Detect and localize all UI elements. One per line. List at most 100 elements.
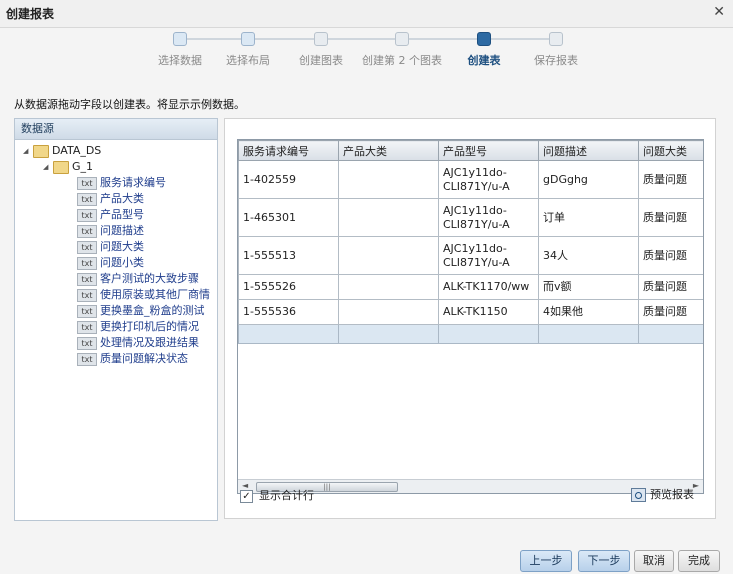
table-cell[interactable]: 1-555526	[238, 274, 339, 300]
table-cell[interactable]: 质量问题	[638, 160, 703, 199]
table-cell[interactable]: 订单	[538, 198, 639, 237]
table-cell[interactable]: 质量问题	[638, 198, 703, 237]
table-cell[interactable]: 质量问题	[638, 274, 703, 300]
table-panel: 服务请求编号 产品大类 产品型号 问题描述 问题大类 1-402559 AJC1y…	[224, 118, 716, 519]
table-cell[interactable]: 1-465301	[238, 198, 339, 237]
preview-report-button[interactable]: 预览报表	[631, 487, 694, 503]
tree-field-item[interactable]: txt 使用原装或其他厂商情	[77, 287, 210, 303]
table-cell[interactable]	[338, 299, 439, 325]
text-field-icon: txt	[77, 336, 97, 350]
title-bar: 创建报表 ✕	[0, 0, 733, 28]
datasource-header: 数据源	[15, 119, 217, 140]
table-row[interactable]: 1-465301 AJC1y11do- CLI871Y/u-A 订单 质量问题	[238, 198, 703, 237]
text-field-icon: txt	[77, 176, 97, 190]
text-field-icon: txt	[77, 224, 97, 238]
column-header[interactable]: 服务请求编号	[238, 140, 339, 161]
table-cell[interactable]: gDGghg	[538, 160, 639, 199]
step-label: 创建表	[467, 54, 501, 67]
step-select-layout[interactable]: 选择布局	[208, 30, 288, 68]
show-totals-option[interactable]: ✓ 显示合计行	[240, 488, 314, 504]
column-header[interactable]: 问题描述	[538, 140, 639, 161]
text-field-icon: txt	[77, 192, 97, 206]
step-create-table[interactable]: 创建表	[444, 30, 524, 68]
wizard-steps: 选择数据 选择布局 创建图表 创建第 2 个图表 创建表 保存报表	[140, 30, 600, 70]
table-cell[interactable]: 质量问题	[638, 236, 703, 275]
table-cell[interactable]: ALK-TK1150	[438, 299, 539, 325]
step-dot	[549, 32, 563, 46]
step-create-chart-2[interactable]: 创建第 2 个图表	[362, 30, 442, 68]
step-save-report[interactable]: 保存报表	[516, 30, 596, 68]
step-dot	[241, 32, 255, 46]
tree-field-item[interactable]: txt 产品型号	[77, 207, 144, 223]
text-field-icon: txt	[77, 256, 97, 270]
table-cell[interactable]	[338, 160, 439, 199]
tree-field-item[interactable]: txt 产品大类	[77, 191, 144, 207]
tree-field-item[interactable]: txt 服务请求编号	[77, 175, 166, 191]
datasource-panel: 数据源 ◢ DATA_DS ◢ G_1 txt 服务请求编号 txt 产品大类 txt 产品型…	[14, 118, 218, 521]
text-field-icon: txt	[77, 320, 97, 334]
expand-icon[interactable]: ◢	[43, 159, 51, 175]
next-button[interactable]: 下一步	[578, 550, 630, 572]
tree-node-group[interactable]: ◢ G_1	[43, 159, 93, 175]
instructions-text: 从数据源拖动字段以创建表。将显示示例数据。	[14, 98, 245, 111]
step-label: 选择布局	[226, 54, 270, 67]
table-grid[interactable]: 服务请求编号 产品大类 产品型号 问题描述 问题大类 1-402559 AJC1y…	[237, 139, 704, 494]
folder-icon	[53, 160, 69, 174]
table-cell[interactable]: ALK-TK1170/ww	[438, 274, 539, 300]
show-totals-checkbox[interactable]: ✓	[240, 489, 253, 503]
expand-icon[interactable]: ◢	[23, 143, 31, 159]
tree-field-label: 产品大类	[100, 192, 144, 205]
table-cell[interactable]: 质量问题	[638, 299, 703, 325]
tree-field-item[interactable]: txt 更换打印机后的情况	[77, 319, 199, 335]
tree-field-label: 问题小类	[100, 256, 144, 269]
step-dot	[314, 32, 328, 46]
table-row[interactable]: 1-555536 ALK-TK1150 4如果他 质量问题	[238, 299, 703, 325]
text-field-icon: txt	[77, 352, 97, 366]
preview-label: 预览报表	[650, 488, 694, 501]
table-row[interactable]: 1-402559 AJC1y11do- CLI871Y/u-A gDGghg 质量问题	[238, 160, 703, 199]
table-header-row: 服务请求编号 产品大类 产品型号 问题描述 问题大类	[238, 140, 703, 161]
total-cell	[338, 324, 439, 344]
table-cell[interactable]: 而v额	[538, 274, 639, 300]
tree-field-label: 更换墨盒_粉盒的测试	[100, 304, 205, 317]
step-create-chart[interactable]: 创建图表	[281, 30, 361, 68]
tree-field-label: 使用原装或其他厂商情	[100, 288, 210, 301]
table-row[interactable]: 1-555513 AJC1y11do- CLI871Y/u-A 34人 质量问题	[238, 236, 703, 275]
tree-field-item[interactable]: txt 问题小类	[77, 255, 144, 271]
column-header[interactable]: 产品大类	[338, 140, 439, 161]
table-cell[interactable]: AJC1y11do- CLI871Y/u-A	[438, 236, 539, 275]
table-cell[interactable]: 1-555513	[238, 236, 339, 275]
table-cell[interactable]: 1-555536	[238, 299, 339, 325]
table-row[interactable]: 1-555526 ALK-TK1170/ww 而v额 质量问题	[238, 274, 703, 300]
step-label: 创建第 2 个图表	[362, 54, 442, 67]
tree-field-item[interactable]: txt 质量问题解决状态	[77, 351, 188, 367]
table-cell[interactable]	[338, 274, 439, 300]
tree-field-label: 问题大类	[100, 240, 144, 253]
table-cell[interactable]: 34人	[538, 236, 639, 275]
close-icon[interactable]: ✕	[713, 4, 725, 20]
table-cell[interactable]: 1-402559	[238, 160, 339, 199]
back-button[interactable]: 上一步	[520, 550, 572, 572]
data-table: 服务请求编号 产品大类 产品型号 问题描述 问题大类 1-402559 AJC1y…	[238, 140, 703, 344]
folder-icon	[33, 144, 49, 158]
table-cell[interactable]: AJC1y11do- CLI871Y/u-A	[438, 160, 539, 199]
total-cell	[638, 324, 703, 344]
step-label: 保存报表	[534, 54, 578, 67]
tree-field-item[interactable]: txt 问题大类	[77, 239, 144, 255]
tree-node-root[interactable]: ◢ DATA_DS	[23, 143, 101, 159]
finish-button[interactable]: 完成	[678, 550, 720, 572]
tree-field-item[interactable]: txt 问题描述	[77, 223, 144, 239]
column-header[interactable]: 产品型号	[438, 140, 539, 161]
table-cell[interactable]	[338, 236, 439, 275]
tree-field-item[interactable]: txt 处理情况及跟进结果	[77, 335, 199, 351]
table-cell[interactable]	[338, 198, 439, 237]
column-header[interactable]: 问题大类	[638, 140, 703, 161]
text-field-icon: txt	[77, 304, 97, 318]
table-cell[interactable]: AJC1y11do- CLI871Y/u-A	[438, 198, 539, 237]
total-row	[238, 324, 703, 344]
tree-group-label: G_1	[72, 160, 94, 173]
tree-field-item[interactable]: txt 更换墨盒_粉盒的测试	[77, 303, 205, 319]
tree-field-item[interactable]: txt 客户测试的大致步骤	[77, 271, 199, 287]
cancel-button[interactable]: 取消	[634, 550, 674, 572]
table-cell[interactable]: 4如果他	[538, 299, 639, 325]
